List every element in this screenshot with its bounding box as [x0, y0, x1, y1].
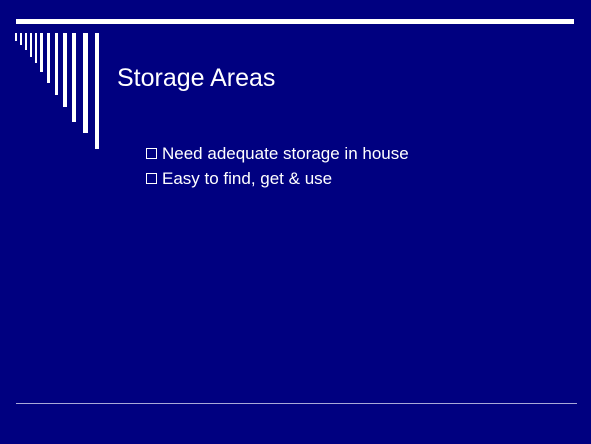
list-item: Need adequate storage in house — [146, 141, 409, 166]
decorative-stripes-icon — [15, 33, 99, 149]
list-item: Easy to find, get & use — [146, 166, 409, 191]
bullet-text: Need adequate storage in house — [162, 144, 409, 163]
hollow-square-bullet-icon — [146, 173, 157, 184]
bullet-list: Need adequate storage in house Easy to f… — [146, 141, 409, 191]
bullet-text: Easy to find, get & use — [162, 169, 333, 188]
slide: Storage Areas Need adequate storage in h… — [0, 0, 591, 444]
footer-divider-line — [16, 403, 577, 404]
hollow-square-bullet-icon — [146, 148, 157, 159]
slide-title: Storage Areas — [117, 64, 276, 92]
